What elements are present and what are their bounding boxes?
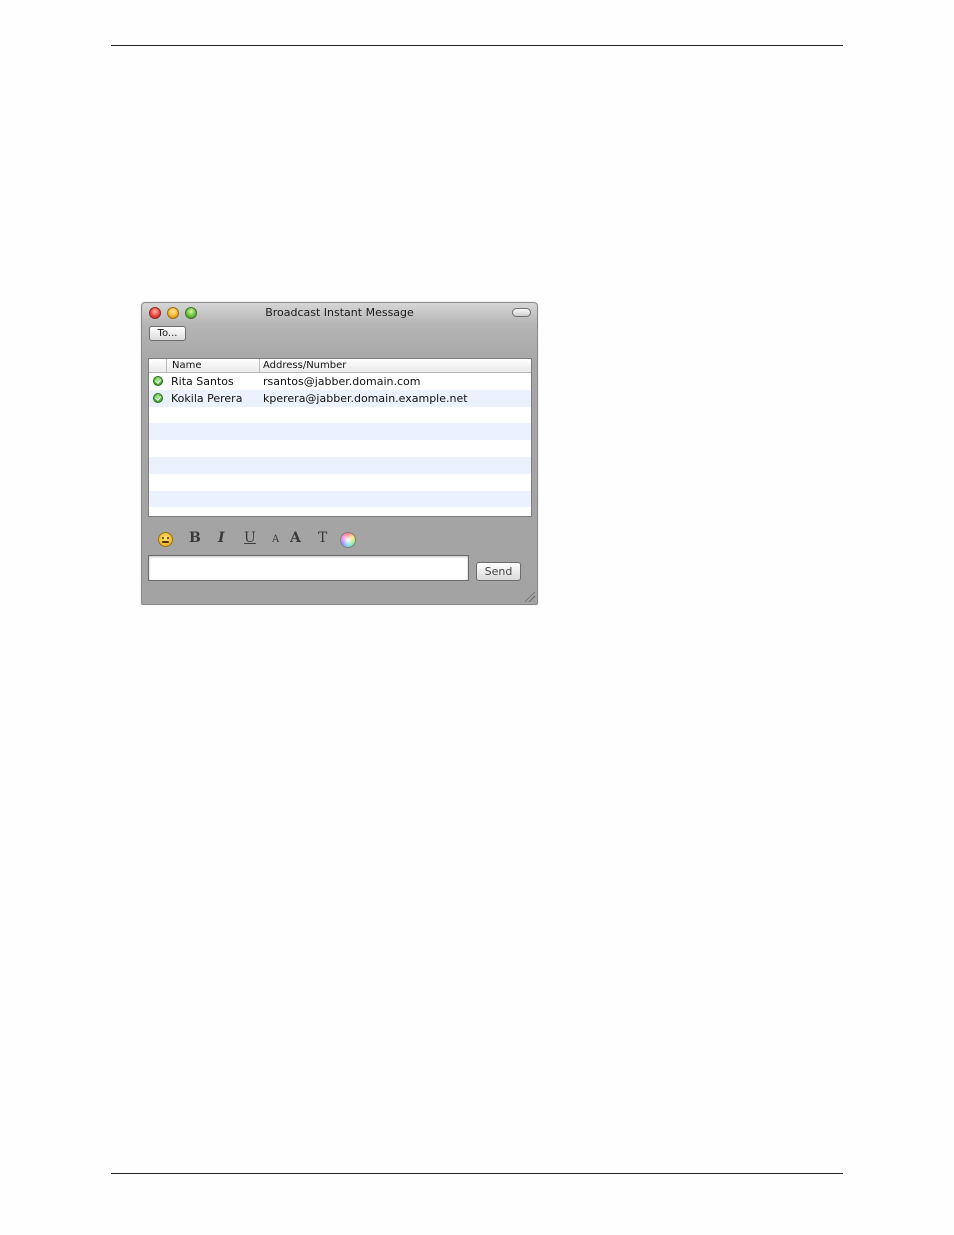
page-header-rule (111, 45, 843, 46)
table-row[interactable]: Rita Santos rsantos@jabber.domain.com (149, 373, 531, 390)
send-button[interactable]: Send (476, 562, 521, 581)
empty-row (149, 474, 531, 491)
available-status-icon (153, 376, 163, 386)
toolbar-toggle-icon[interactable] (512, 308, 531, 317)
empty-row (149, 407, 531, 424)
contact-address: rsantos@jabber.domain.com (263, 375, 421, 388)
contact-address: kperera@jabber.domain.example.net (263, 391, 468, 405)
empty-row (149, 490, 531, 508)
bold-icon[interactable]: B (189, 530, 201, 546)
recipient-list[interactable]: Name Address/Number Rita Santos rsantos@… (148, 358, 532, 517)
title-bar[interactable]: Broadcast Instant Message (142, 303, 537, 325)
resize-grip-icon[interactable] (525, 592, 535, 602)
font-face-icon[interactable]: T (318, 530, 327, 546)
color-wheel-icon[interactable] (340, 532, 356, 548)
smiley-icon[interactable] (158, 532, 173, 547)
contact-name: Rita Santos (171, 375, 234, 388)
empty-row (149, 423, 531, 441)
list-header: Name Address/Number (149, 359, 531, 373)
column-header-address[interactable]: Address/Number (263, 359, 346, 372)
italic-icon[interactable]: I (218, 530, 225, 546)
to-button[interactable]: To... (149, 326, 186, 341)
font-size-decrease-icon[interactable]: A (272, 534, 279, 545)
formatting-toolbar: B I U A A T (142, 527, 537, 551)
available-status-icon (153, 392, 163, 403)
page-footer-rule (111, 1173, 843, 1174)
empty-row (149, 456, 531, 474)
contact-name: Kokila Perera (171, 391, 243, 405)
font-size-increase-icon[interactable]: A (290, 530, 301, 546)
list-rows: Rita Santos rsantos@jabber.domain.com Ko… (149, 373, 531, 516)
underline-icon[interactable]: U (244, 530, 256, 546)
empty-row (149, 507, 531, 516)
message-input[interactable] (148, 555, 469, 581)
column-separator (166, 359, 167, 372)
column-separator (259, 359, 260, 372)
window-title: Broadcast Instant Message (265, 306, 414, 319)
column-header-name[interactable]: Name (172, 359, 202, 372)
empty-row (149, 440, 531, 457)
table-row[interactable]: Kokila Perera kperera@jabber.domain.exam… (149, 389, 531, 407)
broadcast-message-window: Broadcast Instant Message To... Name Add… (141, 302, 538, 605)
